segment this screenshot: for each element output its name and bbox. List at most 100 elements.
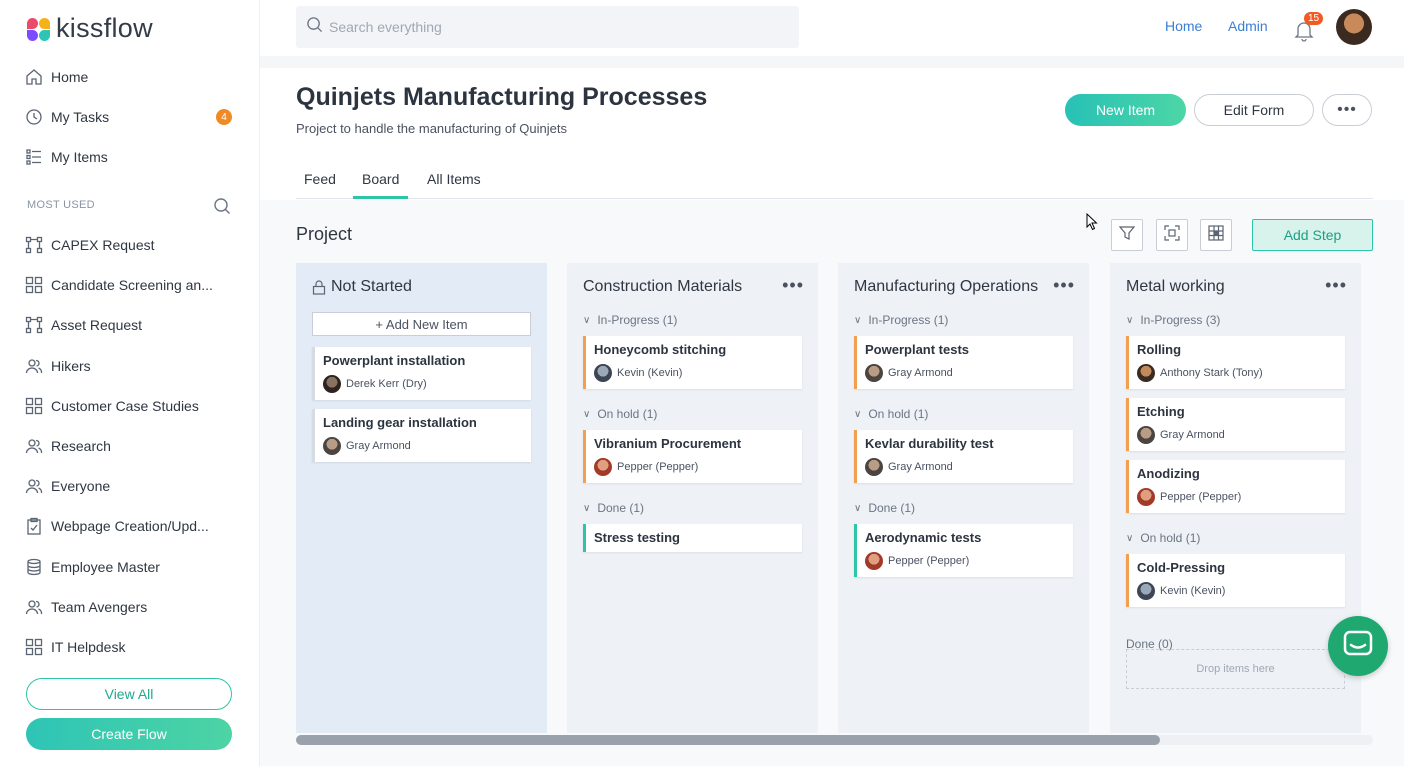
sidebar-flow-item[interactable]: Asset Request: [24, 310, 234, 340]
top-link-admin[interactable]: Admin: [1228, 18, 1268, 34]
nav-home[interactable]: Home: [24, 62, 234, 92]
sidebar-flow-label: Team Avengers: [51, 598, 148, 615]
chevron-down-icon: ∨: [583, 314, 591, 326]
tab-feed[interactable]: Feed: [304, 171, 336, 199]
status-group-count: (1): [642, 407, 658, 421]
edit-form-button[interactable]: Edit Form: [1194, 94, 1314, 126]
sidebar-flow-label: IT Helpdesk: [51, 639, 126, 655]
column-menu-button[interactable]: •••: [1053, 275, 1075, 296]
board-card[interactable]: Honeycomb stitching Kevin (Kevin): [583, 336, 802, 389]
status-group-label: On hold: [1140, 531, 1183, 545]
sidebar-flow-label: Employee Master: [51, 558, 160, 575]
sidebar-flow-item[interactable]: IT Helpdesk: [24, 632, 234, 662]
global-search[interactable]: [296, 6, 799, 48]
sidebar-flow-item[interactable]: Team Avengers: [24, 592, 234, 622]
sidebar-flow-label: CAPEX Request: [51, 237, 155, 253]
new-item-button[interactable]: New Item: [1065, 94, 1186, 126]
view-all-button[interactable]: View All: [26, 678, 232, 710]
page-subtitle: Project to handle the manufacturing of Q…: [296, 121, 567, 136]
fullscreen-button[interactable]: [1156, 219, 1188, 251]
sidebar-flow-item[interactable]: Everyone: [24, 471, 234, 501]
sidebar-flow-item[interactable]: Research: [24, 431, 234, 461]
sidebar-flow-item[interactable]: Hikers: [24, 351, 234, 381]
lock-icon: [312, 279, 326, 295]
board-card[interactable]: Cold-Pressing Kevin (Kevin): [1126, 554, 1345, 607]
board-card[interactable]: Aerodynamic tests Pepper (Pepper): [854, 524, 1073, 577]
sidebar-flow-item[interactable]: Employee Master: [24, 552, 234, 582]
status-group-label: On hold: [868, 407, 911, 421]
board-horizontal-scrollbar[interactable]: [296, 735, 1373, 745]
grid-icon: [24, 396, 44, 416]
drop-zone[interactable]: Drop items here: [1126, 649, 1345, 689]
add-step-button[interactable]: Add Step: [1252, 219, 1373, 251]
more-options-button[interactable]: •••: [1322, 94, 1372, 126]
search-input[interactable]: [329, 19, 769, 35]
board-card[interactable]: Etching Gray Armond: [1126, 398, 1345, 451]
tab-all-items[interactable]: All Items: [427, 171, 481, 199]
board-card[interactable]: Anodizing Pepper (Pepper): [1126, 460, 1345, 513]
status-group-header[interactable]: ∨ Done (1): [583, 501, 644, 515]
user-avatar[interactable]: [1336, 9, 1372, 45]
board-column: Manufacturing Operations ••• ∨ In-Progress …: [838, 263, 1089, 733]
home-icon: [24, 67, 44, 87]
chevron-down-icon: ∨: [854, 502, 862, 514]
status-group-header[interactable]: ∨ In-Progress (1): [854, 313, 948, 327]
avatar: [1137, 426, 1155, 444]
sidebar-flow-item[interactable]: Webpage Creation/Upd...: [24, 511, 234, 541]
add-new-item-button[interactable]: + Add New Item: [312, 312, 531, 336]
board-card[interactable]: Kevlar durability test Gray Armond: [854, 430, 1073, 483]
top-link-home[interactable]: Home: [1165, 18, 1202, 34]
status-group-header[interactable]: ∨ Done (1): [854, 501, 915, 515]
nav-home-label: Home: [51, 69, 89, 85]
filter-icon: [1118, 225, 1136, 246]
people-icon: [24, 597, 44, 617]
status-group-header[interactable]: ∨ On hold (1): [1126, 531, 1200, 545]
card-title: Honeycomb stitching: [594, 342, 727, 357]
card-assignee: Pepper (Pepper): [865, 552, 969, 570]
sidebar-flow-label: Everyone: [51, 478, 111, 495]
chevron-down-icon: ∨: [583, 502, 591, 514]
nav-my-tasks[interactable]: My Tasks 4: [24, 102, 234, 132]
board-card[interactable]: Stress testing: [583, 524, 802, 552]
status-group-header[interactable]: ∨ On hold (1): [583, 407, 657, 421]
board-card[interactable]: Powerplant installation Derek Kerr (Dry): [312, 347, 531, 400]
card-title: Vibranium Procurement: [594, 436, 742, 451]
status-group-header[interactable]: ∨ In-Progress (1): [583, 313, 677, 327]
people-icon: [24, 476, 44, 496]
board-card[interactable]: Landing gear installation Gray Armond: [312, 409, 531, 462]
sidebar-flow-item[interactable]: Customer Case Studies: [24, 391, 234, 421]
search-icon[interactable]: [213, 197, 233, 217]
avatar: [323, 375, 341, 393]
create-flow-button[interactable]: Create Flow: [26, 718, 232, 750]
board-card[interactable]: Vibranium Procurement Pepper (Pepper): [583, 430, 802, 483]
card-assignee: Pepper (Pepper): [1137, 488, 1241, 506]
status-group-count: (1): [933, 313, 949, 327]
board-card[interactable]: Powerplant tests Gray Armond: [854, 336, 1073, 389]
card-title: Aerodynamic tests: [865, 530, 982, 545]
tab-bar: Feed Board All Items: [296, 168, 1373, 199]
sidebar-flow-item[interactable]: Candidate Screening an...: [24, 270, 234, 300]
tab-board[interactable]: Board: [353, 171, 409, 199]
status-group-header[interactable]: ∨ In-Progress (3): [1126, 313, 1220, 327]
notifications-bell[interactable]: 15: [1294, 12, 1324, 42]
chat-support-button[interactable]: [1328, 616, 1388, 676]
column-menu-button[interactable]: •••: [1325, 275, 1347, 296]
kissflow-logo[interactable]: kissflow: [26, 13, 153, 44]
layout-toggle-button[interactable]: [1200, 219, 1232, 251]
nav-my-items[interactable]: My Items: [24, 142, 234, 172]
sidebar-flow-item[interactable]: CAPEX Request: [24, 230, 234, 260]
filter-button[interactable]: [1111, 219, 1143, 251]
assignee-name: Kevin (Kevin): [1160, 585, 1226, 597]
status-group-header[interactable]: ∨ On hold (1): [854, 407, 928, 421]
grid-icon: [24, 637, 44, 657]
status-group-count: (1): [662, 313, 678, 327]
card-assignee: Gray Armond: [865, 458, 953, 476]
scrollbar-thumb[interactable]: [296, 735, 1160, 745]
column-menu-button[interactable]: •••: [782, 275, 804, 296]
board-card[interactable]: Rolling Anthony Stark (Tony): [1126, 336, 1345, 389]
card-title: Kevlar durability test: [865, 436, 994, 451]
status-group-count: (1): [913, 407, 929, 421]
sidebar-flow-label: Candidate Screening an...: [51, 277, 213, 294]
card-assignee: Gray Armond: [865, 364, 953, 382]
avatar: [323, 437, 341, 455]
